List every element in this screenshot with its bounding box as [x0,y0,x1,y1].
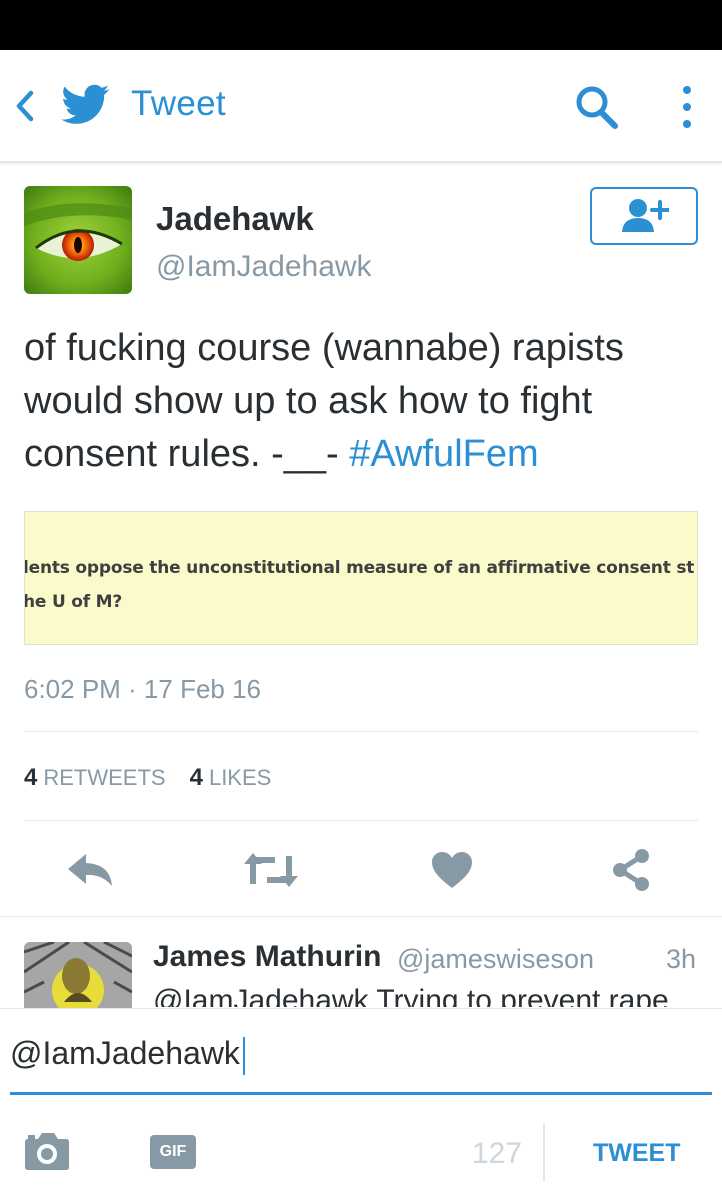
author-avatar[interactable] [24,186,132,294]
reply-author-avatar[interactable] [24,942,132,1012]
tweet-timestamp: 6:02 PM · 17 Feb 16 [24,674,262,704]
add-user-icon [622,199,669,232]
retweets-stat[interactable]: 4 RETWEETS [24,764,166,792]
reply-author-handle[interactable]: @jameswiseson [397,944,594,975]
back-button[interactable] [10,86,40,126]
camera-icon [25,1133,69,1170]
text-caret [242,1037,245,1075]
more-vertical-icon-dot [683,103,691,111]
chevron-left-icon [16,90,34,122]
share-icon [613,849,649,891]
retweet-button[interactable] [241,842,301,898]
author-name[interactable]: Jadehawk [156,200,314,238]
app-bar: Tweet [0,50,722,163]
tweet-stats: 4 RETWEETS 4 LIKES [24,764,271,792]
likes-count: 4 [189,764,203,791]
divider [24,820,698,821]
compose-area: @IamJadehawk GIF 127 TWEET [0,1008,722,1200]
reply-button[interactable] [60,842,120,898]
compose-input[interactable]: @IamJadehawk [10,1035,712,1095]
reply-text-container[interactable]: @IamJadehawk Trying to prevent rape [150,980,710,1007]
media-text-line-1: lents oppose the unconstitutional measur… [24,558,695,578]
compose-input-value: @IamJadehawk [10,1035,240,1071]
author-handle[interactable]: @IamJadehawk [156,250,372,284]
retweets-label: RETWEETS [43,765,166,790]
page-title: Tweet [131,84,226,123]
hashtag-link[interactable]: #AwfulFem [349,433,538,475]
status-bar [0,0,722,50]
like-button[interactable] [422,842,482,898]
reply-time: 3h [666,944,697,974]
more-vertical-icon [683,86,691,94]
reply-text: @IamJadehawk Trying to prevent rape [153,984,669,1007]
reply-author-name[interactable]: James Mathurin [153,940,381,974]
search-icon [576,86,618,129]
heart-icon [432,852,472,888]
more-vertical-icon-dot [683,120,691,128]
tweet-submit-button[interactable]: TWEET [593,1139,681,1168]
likes-stat[interactable]: 4 LIKES [190,764,272,792]
share-button[interactable] [601,842,661,898]
search-button[interactable] [573,84,623,130]
tweet-text: of fucking course (wannabe) rapists woul… [24,322,704,481]
reply-icon [68,854,112,886]
divider [24,731,698,732]
reply-avatar-image [24,942,132,1012]
media-text-line-2: he U of M? [24,592,123,612]
divider [0,916,722,917]
compose-separator [543,1124,545,1182]
gif-button[interactable]: GIF [150,1135,196,1169]
retweets-count: 4 [24,764,38,791]
twitter-bird-icon [61,84,110,124]
likes-label: LIKES [208,765,272,790]
tweet-media[interactable]: lents oppose the unconstitutional measur… [24,511,698,645]
more-options-button[interactable] [672,82,702,132]
character-count: 127 [472,1137,523,1170]
camera-button[interactable] [24,1131,70,1171]
avatar-image [24,186,132,294]
follow-button[interactable] [590,187,698,245]
retweet-icon [244,853,298,887]
